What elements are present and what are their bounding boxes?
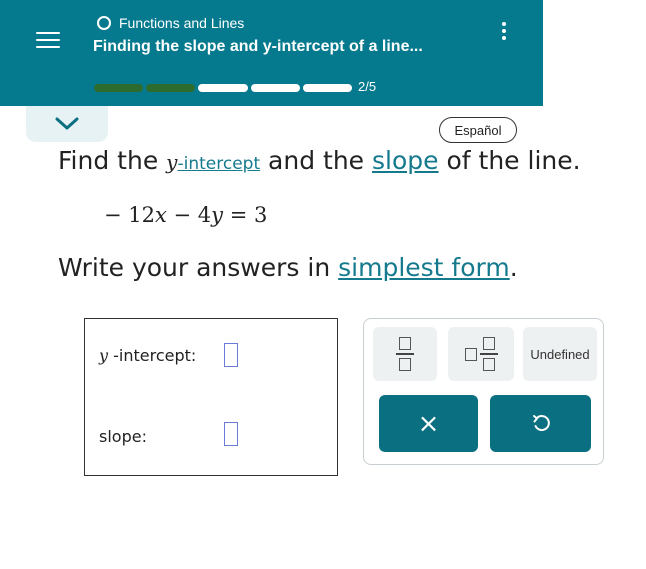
undo-button[interactable] bbox=[490, 395, 591, 452]
close-icon: × bbox=[417, 408, 440, 439]
progress-count: 2/5 bbox=[358, 79, 377, 94]
slope-input[interactable] bbox=[224, 422, 238, 446]
topic-circle-icon bbox=[97, 16, 111, 30]
topic-label: Functions and Lines bbox=[119, 15, 245, 31]
progress-segment bbox=[302, 84, 353, 92]
eq-var-x: x bbox=[155, 203, 167, 227]
slope-link[interactable]: slope bbox=[372, 146, 439, 175]
undefined-label: Undefined bbox=[530, 346, 590, 362]
eq-part: − 12 bbox=[104, 203, 155, 227]
undefined-button[interactable]: Undefined bbox=[523, 327, 597, 381]
answer-box: y -intercept: slope: bbox=[84, 318, 338, 476]
instruction-post: . bbox=[509, 253, 518, 282]
y-intercept-input[interactable] bbox=[224, 343, 238, 367]
y-intercept-link[interactable]: -intercept bbox=[177, 154, 260, 174]
question-of-line: of the line. bbox=[438, 146, 581, 175]
slope-label: slope: bbox=[99, 427, 147, 446]
question-and: and the bbox=[260, 146, 373, 175]
simplest-form-link[interactable]: simplest form bbox=[338, 253, 510, 282]
page-title: Finding the slope and y-intercept of a l… bbox=[93, 38, 423, 55]
fraction-button[interactable] bbox=[373, 327, 437, 381]
eq-var-y: y bbox=[211, 203, 224, 227]
fraction-icon bbox=[396, 337, 414, 371]
instruction-text: Write your answers in simplest form. bbox=[58, 253, 518, 282]
question-text: Find the y-intercept and the slope of th… bbox=[58, 146, 581, 175]
progress-segment bbox=[198, 84, 248, 92]
mixed-number-button[interactable] bbox=[448, 327, 514, 381]
clear-button[interactable]: × bbox=[379, 395, 478, 452]
undo-icon bbox=[532, 414, 550, 431]
chevron-down-icon bbox=[55, 117, 79, 130]
collapse-tab[interactable] bbox=[26, 106, 108, 142]
equation: − 12x − 4y = 3 bbox=[104, 203, 267, 227]
progress-bar bbox=[94, 84, 353, 92]
mixed-number-icon bbox=[464, 337, 498, 371]
question-find: Find the bbox=[58, 146, 167, 175]
topic-row: Functions and Lines bbox=[97, 15, 244, 31]
progress-segment bbox=[146, 84, 196, 92]
y-var: y bbox=[99, 346, 109, 365]
eq-part: = 3 bbox=[223, 203, 268, 227]
question-y-var: y bbox=[166, 150, 178, 174]
progress-segment bbox=[250, 84, 300, 92]
more-options-icon[interactable] bbox=[490, 16, 518, 46]
y-intercept-label: y -intercept: bbox=[99, 346, 197, 365]
eq-part: − 4 bbox=[166, 203, 212, 227]
keypad: Undefined × bbox=[363, 318, 604, 465]
language-button[interactable]: Español bbox=[439, 117, 517, 143]
progress-segment bbox=[94, 84, 144, 92]
menu-icon[interactable] bbox=[26, 22, 70, 58]
instruction-pre: Write your answers in bbox=[58, 253, 339, 282]
header-bar: Functions and Lines Finding the slope an… bbox=[0, 0, 543, 106]
